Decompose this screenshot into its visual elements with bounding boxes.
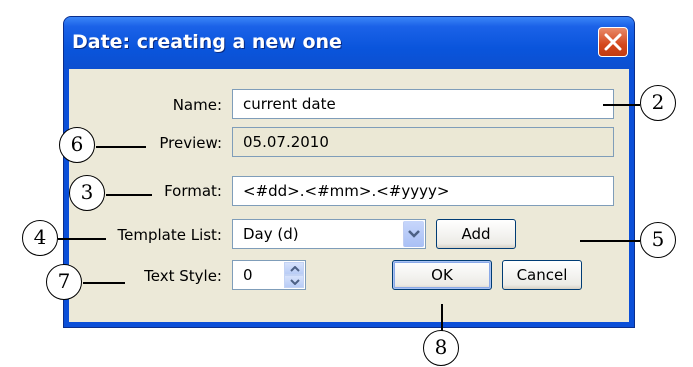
close-icon xyxy=(604,33,622,51)
dialog-client-area: Name: current date Preview: 05.07.2010 F… xyxy=(69,69,629,322)
spinner-down-button[interactable] xyxy=(284,275,304,288)
name-input[interactable]: current date xyxy=(232,89,614,119)
callout-4-leader xyxy=(58,238,106,240)
add-button[interactable]: Add xyxy=(436,219,516,249)
template-list-dropdown-button[interactable] xyxy=(403,221,424,247)
close-button[interactable] xyxy=(598,27,628,57)
text-style-spinner[interactable]: 0 xyxy=(232,260,306,290)
callout-8: 8 xyxy=(423,330,459,366)
callout-2-leader xyxy=(603,104,640,106)
spinner-up-button[interactable] xyxy=(284,262,304,275)
callout-6: 6 xyxy=(59,127,95,163)
format-input[interactable]: <#dd>.<#mm>.<#yyyy> xyxy=(232,176,614,206)
callout-2: 2 xyxy=(640,85,676,121)
preview-field: 05.07.2010 xyxy=(232,127,614,157)
callout-3-leader xyxy=(106,194,152,196)
arrow-down-icon xyxy=(290,279,300,285)
dialog-window: Date: creating a new one Name: current d… xyxy=(63,16,635,328)
chevron-down-icon xyxy=(408,230,420,238)
template-list-label: Template List: xyxy=(117,226,223,244)
dialog-title: Date: creating a new one xyxy=(72,31,342,53)
template-list-select[interactable]: Day (d) xyxy=(232,219,426,249)
callout-4: 4 xyxy=(22,220,58,256)
template-list-value: Day (d) xyxy=(243,225,299,243)
text-style-value: 0 xyxy=(243,266,253,284)
callout-5: 5 xyxy=(640,222,676,258)
title-bar[interactable]: Date: creating a new one xyxy=(64,17,634,69)
ok-button[interactable]: OK xyxy=(392,260,492,290)
cancel-button[interactable]: Cancel xyxy=(502,260,582,290)
callout-7-leader xyxy=(83,282,125,284)
callout-8-leader xyxy=(441,304,443,332)
name-label: Name: xyxy=(172,96,222,114)
callout-6-leader xyxy=(96,146,146,148)
callout-3: 3 xyxy=(69,175,105,211)
callout-5-leader xyxy=(580,240,640,242)
callout-7: 7 xyxy=(46,264,82,300)
arrow-up-icon xyxy=(290,266,300,272)
spinner-arrows-icon[interactable] xyxy=(284,262,304,288)
